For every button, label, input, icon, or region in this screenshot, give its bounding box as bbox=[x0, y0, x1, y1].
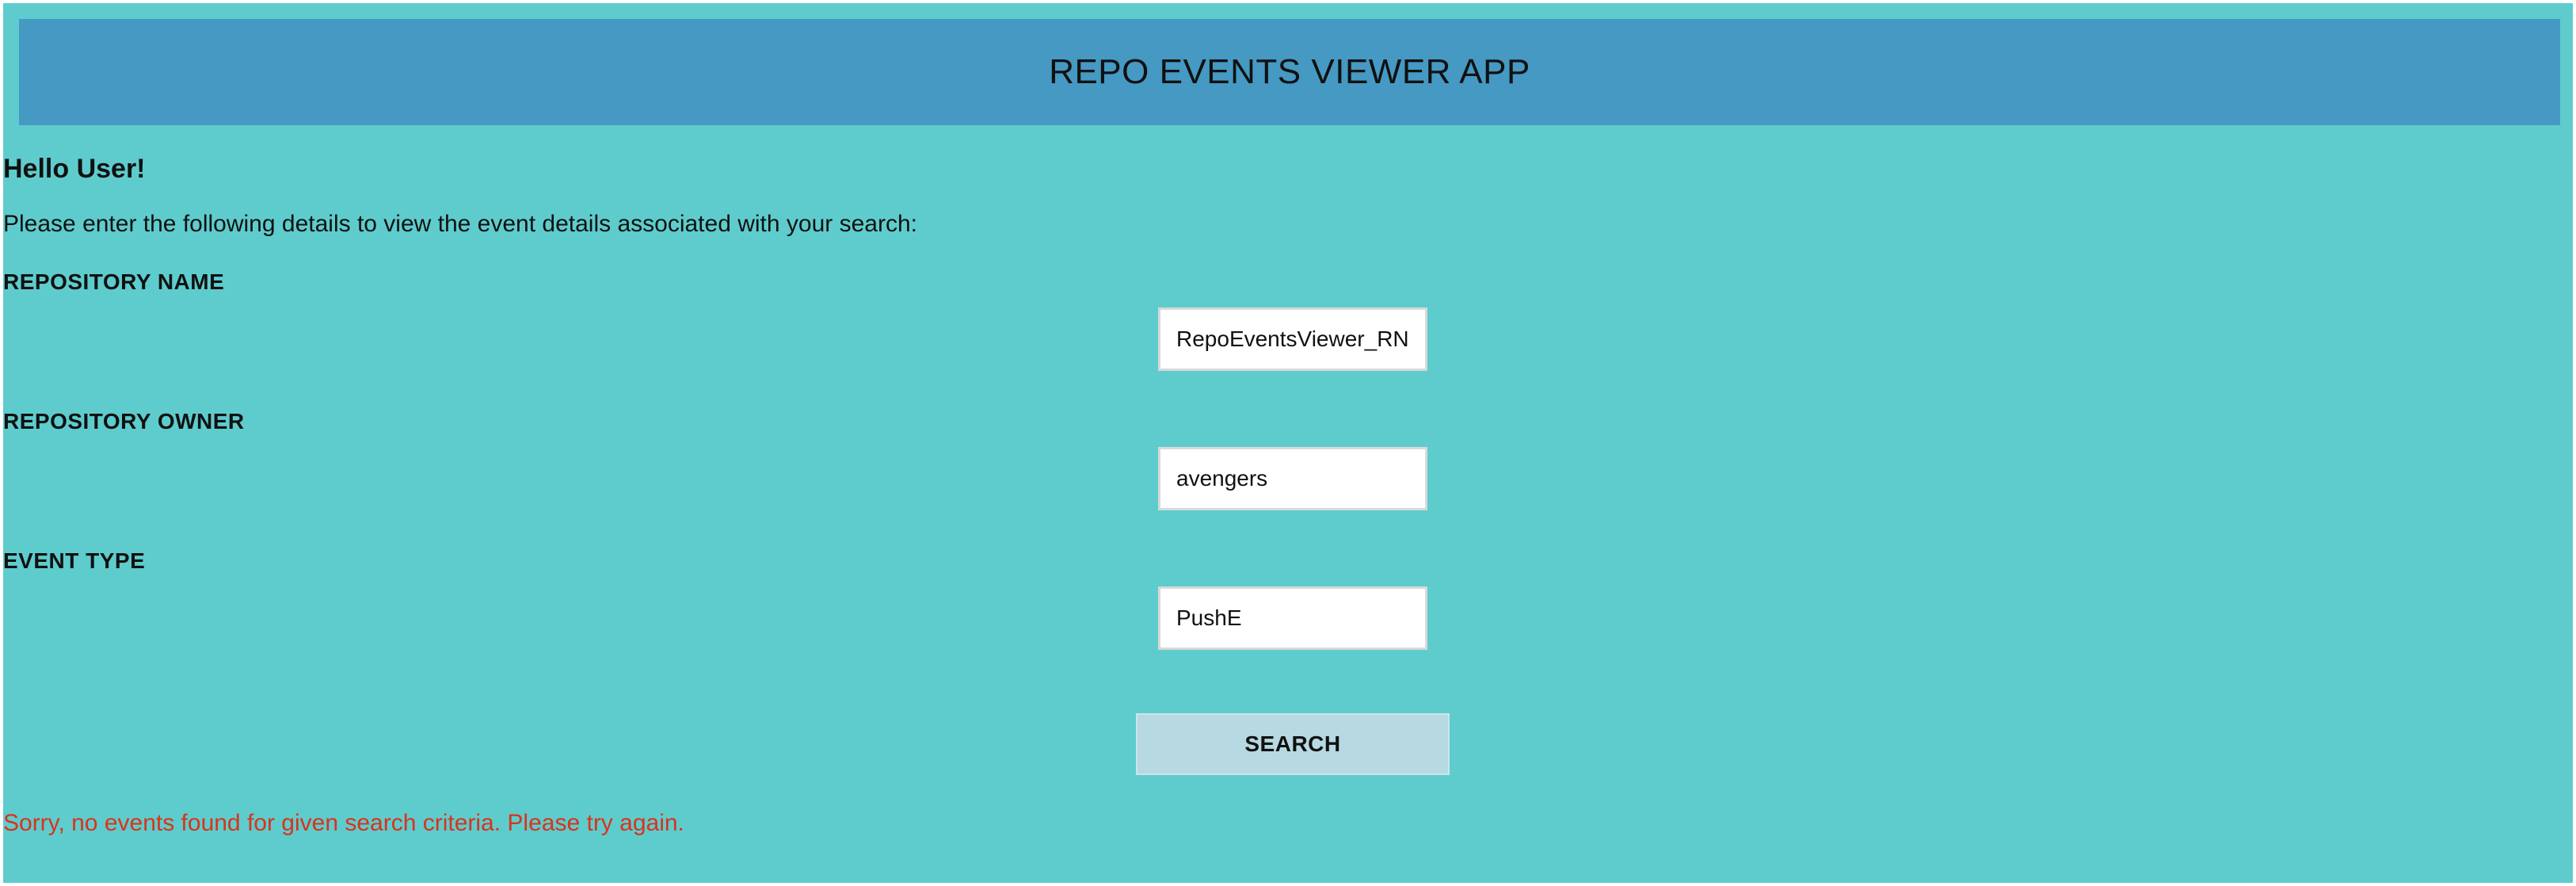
error-message: Sorry, no events found for given search … bbox=[3, 810, 684, 836]
repository-owner-label: REPOSITORY OWNER bbox=[3, 409, 245, 433]
app-title: REPO EVENTS VIEWER APP bbox=[1049, 52, 1530, 91]
greeting: Hello User! bbox=[3, 154, 146, 184]
app-root: REPO EVENTS VIEWER APP Hello User! Pleas… bbox=[3, 3, 2573, 883]
instructions-text: Please enter the following details to vi… bbox=[3, 211, 917, 237]
repository-name-label: REPOSITORY NAME bbox=[3, 269, 225, 294]
repository-name-input[interactable] bbox=[1158, 307, 1427, 371]
event-type-label: EVENT TYPE bbox=[3, 548, 146, 573]
repository-owner-input[interactable] bbox=[1158, 447, 1427, 510]
search-button[interactable]: SEARCH bbox=[1136, 713, 1450, 775]
app-header: REPO EVENTS VIEWER APP bbox=[19, 19, 2560, 125]
event-type-input[interactable] bbox=[1158, 586, 1427, 650]
